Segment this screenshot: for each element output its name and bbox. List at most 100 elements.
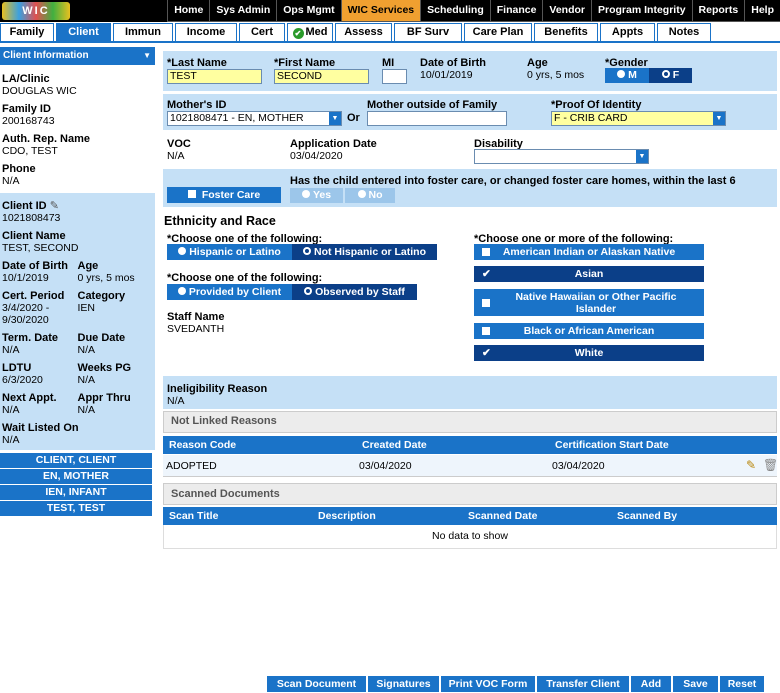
provided-by-client-radio[interactable]: Provided by Client xyxy=(167,284,292,300)
reset-button[interactable]: Reset xyxy=(720,676,764,692)
radio-icon xyxy=(357,190,366,198)
cert-period-label: Cert. Period xyxy=(2,290,65,302)
voc-value: N/A xyxy=(167,150,185,162)
hispanic-radio[interactable]: Hispanic or Latino xyxy=(167,244,292,260)
gender-m-radio[interactable]: M xyxy=(605,68,649,83)
tab-client[interactable]: Client xyxy=(56,23,111,41)
race-black-checkbox[interactable]: Black or African American xyxy=(474,323,704,339)
tab-care-plan[interactable]: Care Plan xyxy=(464,23,532,41)
mi-input[interactable] xyxy=(382,69,407,84)
save-button[interactable]: Save xyxy=(673,676,718,692)
weeks-pg-value: N/A xyxy=(77,374,96,386)
delete-icon[interactable]: 🗑 xyxy=(763,458,778,472)
mother-id-select[interactable]: 1021808471 - EN, MOTHER ▼ xyxy=(167,111,342,126)
table-row[interactable]: ADOPTED 03/04/2020 03/04/2020 ✎ 🗑 xyxy=(163,455,778,477)
family-member-list: CLIENT, CLIENT EN, MOTHER IEN, INFANT TE… xyxy=(0,453,155,516)
client-id-value: 1021808473 xyxy=(2,212,61,224)
tab-bar: Family Client Immun Income Cert ✔ Med Ass… xyxy=(0,23,780,43)
foster-care-checkbox[interactable]: Foster Care xyxy=(167,187,281,203)
proof-identity-label: *Proof Of Identity xyxy=(551,99,642,111)
col-scanned-date[interactable]: Scanned Date xyxy=(468,507,537,525)
family-member-button[interactable]: TEST, TEST xyxy=(0,501,152,516)
sidebar-client-details: Client ID ✎ 1021808473 Client Name TEST,… xyxy=(0,193,155,450)
appr-thru-label: Appr Thru xyxy=(77,392,131,404)
family-member-button[interactable]: IEN, INFANT xyxy=(0,485,152,500)
scanned-grid-header: Scan Title Description Scanned Date Scan… xyxy=(163,507,777,525)
foster-no-radio[interactable]: No xyxy=(345,188,395,203)
radio-icon xyxy=(178,247,187,255)
staff-name-label: Staff Name xyxy=(167,311,225,323)
disability-select[interactable]: ▼ xyxy=(474,149,649,164)
scan-document-button[interactable]: Scan Document xyxy=(267,676,366,692)
topnav-wic-services[interactable]: WIC Services xyxy=(340,0,421,22)
app-logo[interactable]: WIC xyxy=(2,2,70,20)
la-clinic-value: DOUGLAS WIC xyxy=(2,85,77,97)
topnav-program-integrity[interactable]: Program Integrity xyxy=(591,0,692,22)
checkbox-icon xyxy=(482,248,490,256)
age-form-label: Age xyxy=(527,57,548,69)
col-created-date[interactable]: Created Date xyxy=(362,436,427,454)
ineligibility-label: Ineligibility Reason xyxy=(167,383,268,395)
chevron-down-icon[interactable]: ▼ xyxy=(143,47,151,65)
col-description[interactable]: Description xyxy=(318,507,376,525)
observed-by-staff-radio[interactable]: Observed by Staff xyxy=(292,284,417,300)
race-asian-checkbox[interactable]: ✔ Asian xyxy=(474,266,704,282)
race-native-hawaiian-checkbox[interactable]: Native Hawaiian or Other Pacific Islande… xyxy=(474,289,704,316)
ethnicity-title: Ethnicity and Race xyxy=(164,214,276,228)
add-button[interactable]: Add xyxy=(631,676,671,692)
edit-icon[interactable]: ✎ xyxy=(746,458,756,472)
foster-yes-radio[interactable]: Yes xyxy=(290,188,343,203)
family-member-button[interactable]: EN, MOTHER xyxy=(0,469,152,484)
topnav-scheduling[interactable]: Scheduling xyxy=(420,0,490,22)
tab-immun[interactable]: Immun xyxy=(113,23,173,41)
mother-outside-input[interactable] xyxy=(367,111,507,126)
col-scanned-by[interactable]: Scanned By xyxy=(617,507,677,525)
tab-assess[interactable]: Assess xyxy=(335,23,392,41)
tab-bf-surv[interactable]: BF Surv xyxy=(394,23,462,41)
topnav-sys-admin[interactable]: Sys Admin xyxy=(209,0,277,22)
gender-f-radio[interactable]: F xyxy=(649,68,692,83)
tab-cert[interactable]: Cert xyxy=(239,23,285,41)
chevron-down-icon[interactable]: ▼ xyxy=(636,150,648,163)
topnav-reports[interactable]: Reports xyxy=(691,0,745,22)
family-member-button[interactable]: CLIENT, CLIENT xyxy=(0,453,152,468)
auth-rep-value: CDO, TEST xyxy=(2,145,58,157)
proof-identity-select[interactable]: F - CRIB CARD ▼ xyxy=(551,111,726,126)
race-white-checkbox[interactable]: ✔ White xyxy=(474,345,704,361)
term-date-value: N/A xyxy=(2,344,20,356)
sidebar-header[interactable]: Client Information ▼ xyxy=(0,47,155,65)
transfer-client-button[interactable]: Transfer Client xyxy=(537,676,629,692)
mother-outside-label: Mother outside of Family xyxy=(367,99,498,111)
age-label: Age xyxy=(77,260,99,272)
topnav-ops-mgmt[interactable]: Ops Mgmt xyxy=(276,0,341,22)
phone-label: Phone xyxy=(2,163,36,175)
tab-family[interactable]: Family xyxy=(0,23,54,41)
chevron-down-icon[interactable]: ▼ xyxy=(713,112,725,125)
tab-med[interactable]: ✔ Med xyxy=(287,23,333,41)
race-american-indian-checkbox[interactable]: American Indian or Alaskan Native xyxy=(474,244,704,260)
client-name-value: TEST, SECOND xyxy=(2,242,79,254)
col-scan-title[interactable]: Scan Title xyxy=(169,507,218,525)
first-name-input[interactable]: SECOND xyxy=(274,69,369,84)
topnav-home[interactable]: Home xyxy=(167,0,210,22)
edit-pencil-icon[interactable]: ✎ xyxy=(50,200,59,212)
next-appt-value: N/A xyxy=(2,404,20,416)
tab-benefits[interactable]: Benefits xyxy=(534,23,598,41)
topnav-finance[interactable]: Finance xyxy=(489,0,543,22)
sidebar-family-info: LA/Clinic DOUGLAS WIC Family ID 20016874… xyxy=(0,65,155,193)
checkbox-icon xyxy=(482,299,490,307)
tab-appts[interactable]: Appts xyxy=(600,23,655,41)
last-name-label: *Last Name xyxy=(167,57,227,69)
topnav-vendor[interactable]: Vendor xyxy=(542,0,592,22)
signatures-button[interactable]: Signatures xyxy=(368,676,439,692)
created-date-cell: 03/04/2020 xyxy=(359,460,412,472)
topnav-help[interactable]: Help xyxy=(744,0,780,22)
col-cert-start-date[interactable]: Certification Start Date xyxy=(555,436,669,454)
tab-income[interactable]: Income xyxy=(175,23,237,41)
not-hispanic-radio[interactable]: Not Hispanic or Latino xyxy=(292,244,437,260)
col-reason-code[interactable]: Reason Code xyxy=(169,436,236,454)
last-name-input[interactable]: TEST xyxy=(167,69,262,84)
tab-notes[interactable]: Notes xyxy=(657,23,711,41)
print-voc-form-button[interactable]: Print VOC Form xyxy=(441,676,535,692)
chevron-down-icon[interactable]: ▼ xyxy=(329,112,341,125)
